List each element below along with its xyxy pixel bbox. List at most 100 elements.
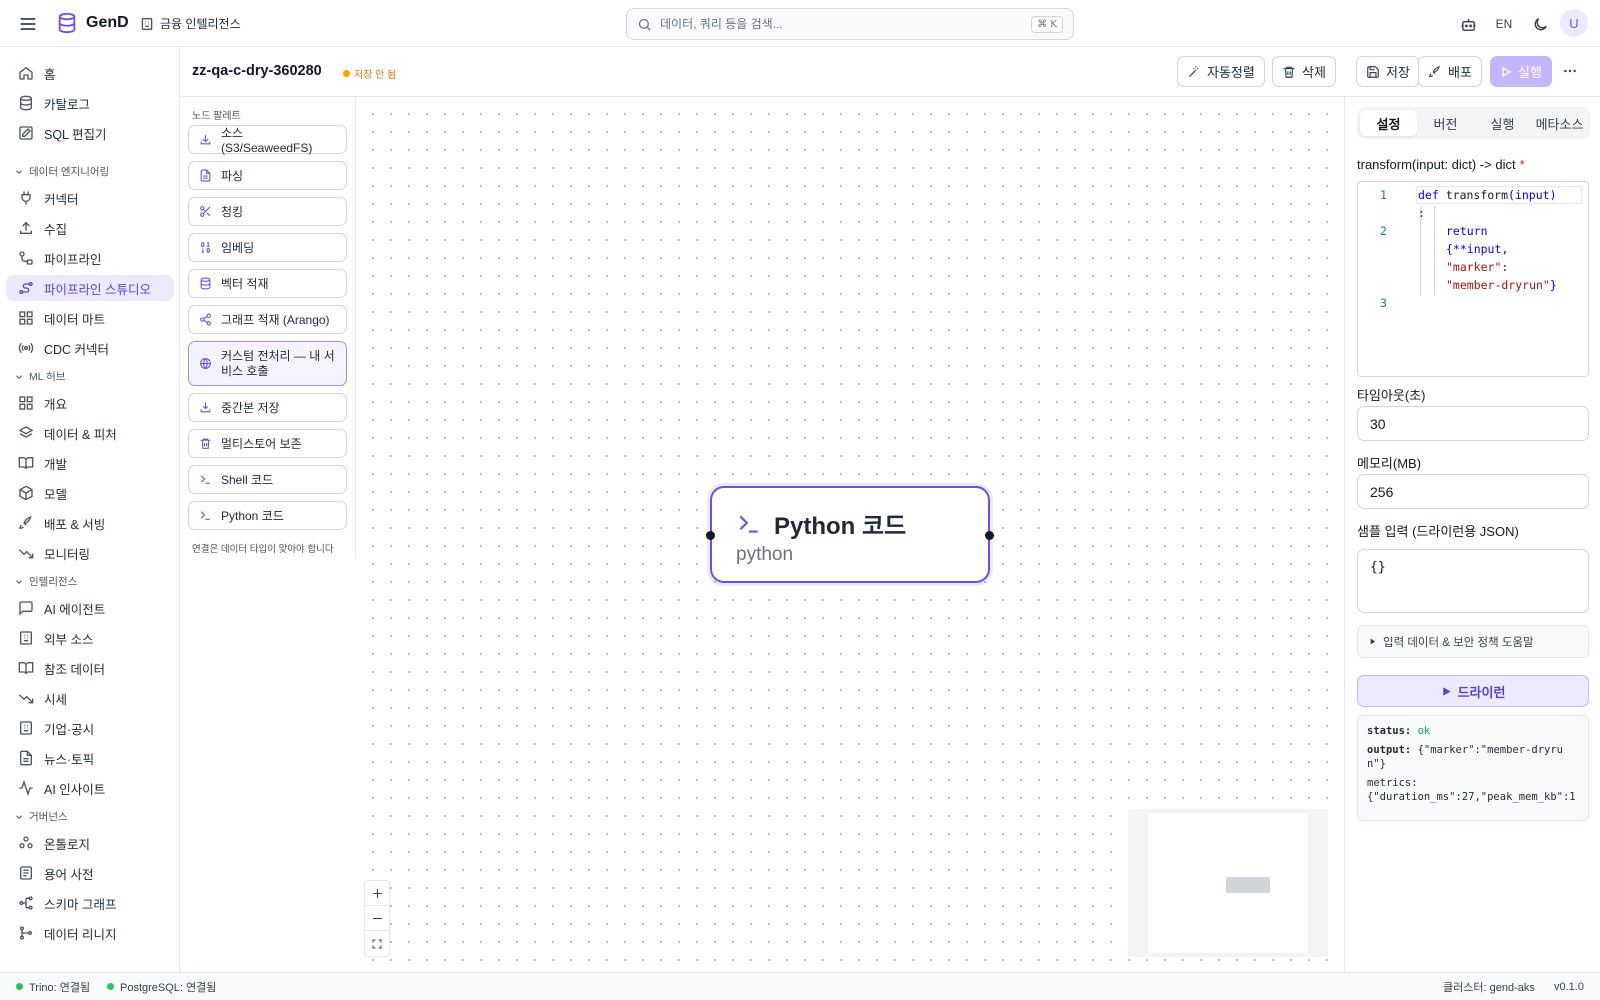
panel-tabs: 설정 버전 실행 메타소스 (1357, 107, 1591, 139)
palette-item-label: 청킹 (221, 205, 244, 219)
code-line-2-wrap: {**input, (1446, 240, 1508, 258)
sidebar-item-development[interactable]: 개발 (6, 450, 174, 476)
user-avatar[interactable]: U (1560, 9, 1588, 37)
sidebar-item-schema-graph[interactable]: 스키마 그래프 (6, 890, 174, 916)
palette-item-parsing[interactable]: 파싱 (188, 161, 347, 190)
sidebar-item-market-prices[interactable]: 시세 (6, 685, 174, 711)
run-button[interactable]: 실행 (1490, 56, 1552, 87)
sidebar-item-news-topics[interactable]: 뉴스·토픽 (6, 745, 174, 771)
palette-item-python-code[interactable]: Python 코드 (188, 501, 347, 530)
zoom-in-button[interactable] (365, 881, 389, 906)
postgres-status: PostgreSQL: 연결됨 (107, 979, 216, 995)
sidebar-item-ontology[interactable]: 온톨로지 (6, 830, 174, 856)
sidebar-item-monitoring[interactable]: 모니터링 (6, 540, 174, 566)
sidebar-item-deploy-serving[interactable]: 배포 & 서빙 (6, 510, 174, 536)
input-handle[interactable] (706, 531, 715, 540)
grid-icon (18, 395, 34, 411)
sidebar-item-reference-data[interactable]: 참조 데이터 (6, 655, 174, 681)
database-logo-icon (56, 12, 78, 34)
palette-item-multistore-retain[interactable]: 멀티스토어 보존 (188, 429, 347, 458)
sidebar-item-label: 데이터 & 피처 (44, 427, 117, 442)
section-governance[interactable]: 거버넌스 (14, 809, 68, 824)
section-data-engineering[interactable]: 데이터 엔지니어링 (14, 164, 109, 179)
tab-runs[interactable]: 실행 (1474, 110, 1531, 136)
sidebar-item-ai-insights[interactable]: AI 인사이트 (6, 775, 174, 801)
palette-item-custom-preprocess[interactable]: 커스텀 전처리 — 내 서비스 호출 (188, 341, 347, 386)
palette-item-source[interactable]: 소스 (S3/SeaweedFS) (188, 125, 347, 155)
sidebar-item-glossary[interactable]: 용어 사전 (6, 860, 174, 886)
chat-icon (18, 600, 34, 616)
dryrun-button[interactable]: 드라이런 (1357, 675, 1589, 707)
code-args: (input) (1508, 188, 1557, 202)
sidebar-item-data-features[interactable]: 데이터 & 피처 (6, 420, 174, 446)
sidebar-item-pipeline-studio[interactable]: 파이프라인 스튜디오 (6, 275, 174, 301)
menu-icon[interactable] (18, 14, 38, 34)
sidebar-item-label: SQL 편집기 (44, 127, 107, 142)
palette-item-shell-code[interactable]: Shell 코드 (188, 465, 347, 494)
search-input[interactable] (660, 17, 1024, 31)
result-status: status: ok (1367, 724, 1579, 738)
rocket-icon (18, 515, 34, 531)
palette-item-graph-load[interactable]: 그래프 적재 (Arango) (188, 305, 347, 334)
sidebar-item-sql-editor[interactable]: SQL 편집기 (6, 120, 174, 146)
more-icon[interactable] (1562, 63, 1578, 79)
binary-icon (199, 241, 212, 254)
bot-icon[interactable] (1458, 14, 1478, 34)
moon-icon[interactable] (1530, 14, 1550, 34)
sidebar-item-external-sources[interactable]: 외부 소스 (6, 625, 174, 651)
pipeline-name[interactable]: zz-qa-c-dry-360280 (192, 63, 322, 79)
sidebar-item-label: 데이터 리니지 (44, 927, 117, 942)
palette-item-embedding[interactable]: 임베딩 (188, 233, 347, 262)
sidebar-item-catalog[interactable]: 카탈로그 (6, 90, 174, 116)
deploy-button[interactable]: 배포 (1418, 56, 1482, 87)
sidebar-item-connectors[interactable]: 커넥터 (6, 185, 174, 211)
sidebar-item-overview[interactable]: 개요 (6, 390, 174, 416)
sidebar-item-label: 모니터링 (44, 547, 91, 562)
result-key: output: (1367, 744, 1412, 756)
sidebar-item-pipelines[interactable]: 파이프라인 (6, 245, 174, 271)
section-intelligence[interactable]: 인텔리전스 (14, 574, 77, 589)
save-button[interactable]: 저장 (1356, 56, 1420, 87)
org-switcher[interactable]: 금융 인텔리전스 (140, 15, 241, 32)
sidebar-item-ai-agent[interactable]: AI 에이전트 (6, 595, 174, 621)
pipeline-canvas[interactable]: Python 코드 python (356, 97, 1344, 972)
sidebar-item-ingest[interactable]: 수집 (6, 215, 174, 241)
section-title: ML 허브 (29, 371, 66, 383)
palette-item-vector-load[interactable]: 벡터 적재 (188, 269, 347, 298)
trino-status: Trino: 연결됨 (16, 979, 90, 995)
code-editor[interactable]: 1 2 3 def transform(input) : return {**i… (1357, 181, 1589, 377)
file-icon (18, 750, 34, 766)
sidebar-item-corporate-filings[interactable]: 기업·공시 (6, 715, 174, 741)
palette-item-intermediate-save[interactable]: 중간본 저장 (188, 393, 347, 422)
sidebar-item-cdc-connector[interactable]: CDC 커넥터 (6, 335, 174, 361)
palette-item-label: 임베딩 (221, 241, 255, 255)
tab-versions[interactable]: 버전 (1417, 110, 1474, 136)
node-config-panel: 설정 버전 실행 메타소스 transform(input: dict) -> … (1344, 97, 1600, 972)
button-label: 배포 (1448, 65, 1472, 80)
memory-field[interactable]: 256 (1357, 474, 1589, 509)
autolayout-button[interactable]: 자동정렬 (1177, 56, 1265, 87)
output-handle[interactable] (985, 531, 994, 540)
tab-metasource[interactable]: 메타소스 (1531, 110, 1588, 136)
pipeline-node-python[interactable]: Python 코드 python (706, 486, 994, 583)
timeout-field[interactable]: 30 (1357, 406, 1589, 441)
sample-input-field[interactable]: {} (1357, 549, 1589, 613)
help-disclosure[interactable]: 입력 데이터 & 보안 정책 도움말 (1357, 625, 1589, 658)
sidebar-item-data-lineage[interactable]: 데이터 리니지 (6, 920, 174, 946)
global-search[interactable]: ⌘ K (626, 8, 1074, 40)
minimap[interactable] (1128, 809, 1328, 957)
terminal-icon (736, 511, 762, 537)
section-ml-hub[interactable]: ML 허브 (14, 369, 65, 384)
delete-button[interactable]: 삭제 (1272, 56, 1336, 87)
sidebar-item-home[interactable]: 홈 (6, 60, 174, 86)
palette-item-chunking[interactable]: 청킹 (188, 197, 347, 226)
language-toggle[interactable]: EN (1492, 14, 1516, 34)
brand-logo[interactable]: GenD (56, 12, 129, 34)
fit-view-button[interactable] (365, 931, 389, 956)
tab-settings[interactable]: 설정 (1360, 110, 1417, 136)
database-icon (18, 95, 34, 111)
sidebar: 홈 카탈로그 SQL 편집기 데이터 엔지니어링 커넥터 수집 파이프라인 파이… (0, 47, 180, 972)
sidebar-item-models[interactable]: 모델 (6, 480, 174, 506)
sidebar-item-data-mart[interactable]: 데이터 마트 (6, 305, 174, 331)
zoom-out-button[interactable] (365, 906, 389, 931)
